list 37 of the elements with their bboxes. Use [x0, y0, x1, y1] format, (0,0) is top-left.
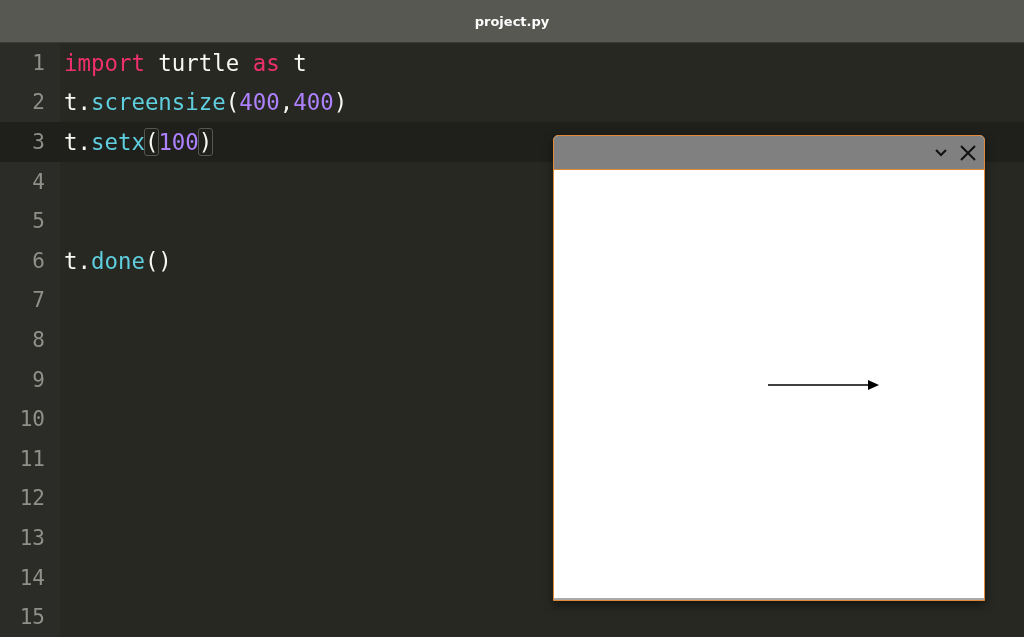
code-token: setx [90, 129, 145, 155]
code-token: ) [198, 129, 213, 155]
code-token: t. [64, 89, 91, 116]
window-title: project.py [474, 13, 550, 29]
code-token: t [292, 49, 307, 76]
code-token: as [252, 49, 280, 76]
line-number: 12 [18, 486, 46, 511]
line-number: 4 [31, 169, 46, 194]
line-number: 1 [31, 50, 46, 75]
code-token: ) [333, 89, 348, 116]
code-token: turtle [157, 49, 241, 76]
code-token: , [279, 89, 294, 116]
line-number: 9 [31, 367, 46, 392]
line-number: 10 [18, 407, 46, 432]
code-token: done [90, 247, 145, 274]
line-number: 15 [18, 605, 46, 630]
line-number: 6 [31, 248, 46, 273]
code-token: ( [225, 89, 240, 116]
line-number: 14 [18, 565, 46, 590]
chevron-down-icon[interactable] [934, 147, 948, 158]
close-icon[interactable] [960, 144, 976, 161]
line-number: 2 [31, 90, 46, 115]
line-number: 3 [31, 130, 46, 154]
line-number: 5 [31, 209, 46, 234]
code-token: 400 [293, 89, 334, 116]
code-token: 100 [158, 129, 199, 155]
code-token: t. [64, 129, 91, 155]
line-number: 11 [18, 446, 46, 471]
line-number: 8 [31, 327, 46, 352]
code-token: t. [64, 247, 91, 274]
code-token: ( [144, 129, 159, 155]
code-token: 400 [239, 89, 280, 116]
code-token: screensize [90, 89, 226, 116]
code-token: () [144, 247, 172, 274]
line-number: 7 [31, 288, 46, 313]
code-token: import [64, 49, 145, 76]
line-number: 13 [18, 525, 46, 550]
